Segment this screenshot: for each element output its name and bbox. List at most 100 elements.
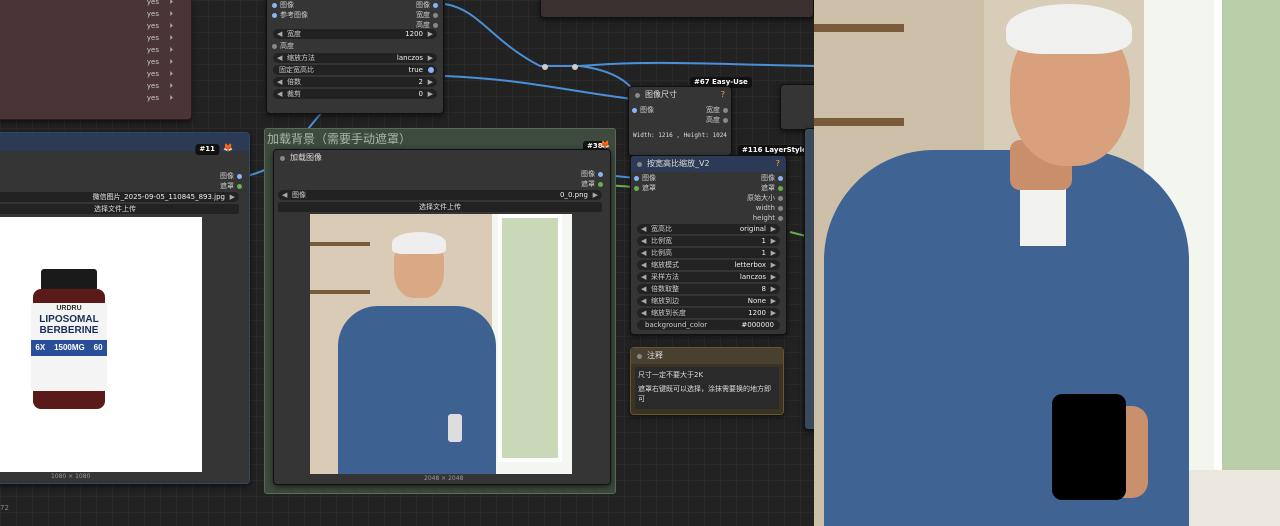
input-image[interactable]: 图像 bbox=[269, 1, 294, 10]
bottle-label: URDRU LIPOSOMAL BERBERINE 6X 1500MG 60 bbox=[31, 303, 107, 391]
brand-text: URDRU bbox=[56, 305, 82, 312]
output-mask[interactable]: 遮罩 bbox=[220, 182, 245, 191]
image-size-label: 1080 × 1080 bbox=[51, 473, 91, 480]
crop-widget[interactable]: ◀ 裁剪 0 ▶ bbox=[273, 89, 437, 99]
note-line-2: 遮罩右键既可以选择，涂抹需要换的地方即可 bbox=[638, 385, 771, 403]
toggle-row[interactable]: yes ⏵ bbox=[0, 9, 181, 19]
upload-button[interactable]: 选择文件上传 bbox=[0, 204, 239, 214]
output-original-size[interactable]: 原始大小 bbox=[747, 194, 786, 203]
toggle-icon: ⏵ bbox=[169, 22, 174, 30]
toggle-row[interactable]: yes ⏵ bbox=[0, 57, 181, 67]
toggle-icon: ⏵ bbox=[169, 10, 174, 18]
right-partial-node[interactable] bbox=[804, 128, 814, 430]
width-widget[interactable]: ◀ 宽度 1200 ▶ bbox=[273, 29, 437, 39]
strength-text: 6X bbox=[35, 343, 46, 352]
resize-node[interactable]: 图像 参考图像 图像 宽度 高度 ◀ 宽度 1200 ▶ 高度 ◀ 缩放方法 lanczo… bbox=[266, 0, 444, 114]
note-line-1: 尺寸一定不要大于2K bbox=[638, 371, 704, 379]
input-mask[interactable]: 遮罩 bbox=[631, 184, 656, 193]
node-title: 按宽高比缩放_V2 bbox=[631, 156, 786, 172]
person-hair bbox=[392, 232, 446, 254]
note-text-area[interactable]: 尺寸一定不要大于2K 遮罩右键既可以选择，涂抹需要换的地方即可 bbox=[635, 367, 779, 409]
toggle-value: yes bbox=[146, 22, 159, 30]
dose-text: 1500MG bbox=[54, 343, 85, 352]
toggle-row[interactable]: yes ⏵ bbox=[0, 0, 181, 7]
sampling-widget[interactable]: ◀ 采样方法 lanczos ▶ bbox=[637, 272, 780, 282]
output-image[interactable]: 图像 bbox=[761, 174, 786, 183]
product-line2: BERBERINE bbox=[39, 325, 99, 336]
output-mask[interactable]: 遮罩 bbox=[761, 184, 786, 193]
bottle-cap bbox=[41, 269, 97, 291]
window-frame bbox=[498, 214, 562, 462]
input-ref-image[interactable]: 参考图像 bbox=[269, 11, 308, 20]
round-multiple-widget[interactable]: ◀ 倍数取整 8 ▶ bbox=[637, 284, 780, 294]
keep-ratio-toggle[interactable]: 固定宽高比 true bbox=[273, 65, 437, 75]
toggle-icon: ⏵ bbox=[169, 46, 174, 54]
load-image-node-left[interactable]: #11 🦊 图像 遮罩 微信图片_2025-09-05_110845_893.j… bbox=[0, 132, 250, 484]
output-image[interactable]: 图像 bbox=[220, 172, 245, 181]
switch-node[interactable]: yes ⏵ yes ⏵ yes ⏵ yes ⏵ yes ⏵ yes ⏵ yes ⏵ yes ⏵ … bbox=[0, 0, 192, 120]
node-canvas[interactable]: yes ⏵ yes ⏵ yes ⏵ yes ⏵ yes ⏵ yes ⏵ yes ⏵ yes ⏵ … bbox=[0, 0, 814, 526]
note-node[interactable]: 注释 尺寸一定不要大于2K 遮罩右键既可以选择，涂抹需要换的地方即可 bbox=[630, 347, 784, 415]
toggle-value: yes bbox=[146, 58, 159, 66]
toggle-icon: ⏵ bbox=[169, 58, 174, 66]
group-title[interactable]: 加载背景（需要手动遮罩） bbox=[267, 130, 411, 147]
toggle-row[interactable]: yes ⏵ bbox=[0, 93, 181, 103]
toggle-row[interactable]: yes ⏵ bbox=[0, 81, 181, 91]
toggle-icon: ⏵ bbox=[169, 94, 174, 102]
product-strip: 6X 1500MG 60 bbox=[31, 340, 107, 356]
scale-to-side-widget[interactable]: ◀ 缩放到边 None ▶ bbox=[637, 296, 780, 306]
node-title: 图像尺寸 bbox=[629, 87, 731, 103]
toggle-row[interactable]: yes ⏵ bbox=[0, 45, 181, 55]
background-group[interactable]: 加载背景（需要手动遮罩） #38 🦊 加载图像 图像 遮罩 ◀ 图像 0_0.png… bbox=[264, 128, 616, 494]
ratio-height-widget[interactable]: ◀ 比例高 1 ▶ bbox=[637, 248, 780, 258]
toggle-value: yes bbox=[146, 94, 159, 102]
toggle-icon: ⏵ bbox=[169, 34, 174, 42]
input-image[interactable]: 图像 bbox=[629, 106, 654, 115]
arrow-right-icon[interactable]: ▶ bbox=[230, 192, 235, 202]
count-text: 60 bbox=[93, 343, 103, 352]
product-line1: LIPOSOMAL bbox=[39, 314, 99, 325]
output-height[interactable]: 高度 bbox=[706, 116, 731, 125]
node-title: 加载图像 bbox=[274, 150, 610, 166]
bottle-in-hand bbox=[448, 414, 462, 442]
toggle-row[interactable]: yes ⏵ bbox=[0, 21, 181, 31]
window-frame bbox=[1214, 0, 1280, 478]
scale-length-widget[interactable]: ◀ 缩放到长度 1200 ▶ bbox=[637, 308, 780, 318]
aspect-ratio-widget[interactable]: ◀ 宽高比 original ▶ bbox=[637, 224, 780, 234]
height-input[interactable]: 高度 bbox=[269, 42, 294, 51]
scale-mode-widget[interactable]: ◀ 缩放模式 letterbox ▶ bbox=[637, 260, 780, 270]
toggle-value: yes bbox=[146, 46, 159, 54]
output-image[interactable]: 图像 bbox=[416, 1, 441, 10]
toggle-value: yes bbox=[146, 10, 159, 18]
output-mask[interactable]: 遮罩 bbox=[581, 180, 606, 189]
toggle-icon: ⏵ bbox=[169, 82, 174, 90]
toggle-icon: ⏵ bbox=[169, 0, 174, 6]
person-shirt bbox=[338, 306, 496, 474]
collapse-icon[interactable]: 🦊 bbox=[223, 143, 233, 152]
filename-combo[interactable]: 微信图片_2025-09-05_110845_893.jpg ▶ bbox=[0, 192, 239, 202]
output-height[interactable]: height bbox=[753, 214, 786, 223]
toggle-value: yes bbox=[146, 0, 159, 6]
corner-text: 72 bbox=[0, 504, 9, 512]
background-color-widget[interactable]: background_color #000000 bbox=[637, 320, 780, 330]
upload-button[interactable]: 选择文件上传 bbox=[278, 202, 602, 212]
toggle-row[interactable]: yes ⏵ bbox=[0, 69, 181, 79]
output-width[interactable]: width bbox=[756, 204, 786, 213]
method-widget[interactable]: ◀ 缩放方法 lanczos ▶ bbox=[273, 53, 437, 63]
input-image[interactable]: 图像 bbox=[631, 174, 656, 183]
image-size-node[interactable]: 图像尺寸 ? 图像 宽度 高度 Width: 1216 , Height: 10… bbox=[628, 86, 732, 156]
toggle-row[interactable]: yes ⏵ bbox=[0, 33, 181, 43]
output-width[interactable]: 宽度 bbox=[706, 106, 731, 115]
multiple-widget[interactable]: ◀ 倍数 2 ▶ bbox=[273, 77, 437, 87]
ratio-width-widget[interactable]: ◀ 比例宽 1 ▶ bbox=[637, 236, 780, 246]
shelf bbox=[814, 24, 904, 32]
right-partial-node[interactable] bbox=[780, 84, 814, 130]
image-combo[interactable]: ◀ 图像 0_0.png ▶ bbox=[278, 190, 602, 200]
load-background-node[interactable]: 加载图像 图像 遮罩 ◀ 图像 0_0.png ▶ 选择文件上传 2048 × 204… bbox=[273, 149, 611, 485]
output-image[interactable]: 图像 bbox=[581, 170, 606, 179]
scale-by-ratio-node[interactable]: 按宽高比缩放_V2 ? 图像 遮罩 图像 遮罩 原始大小 width heigh… bbox=[630, 155, 787, 335]
help-icon[interactable]: ? bbox=[721, 90, 725, 99]
top-partial-node[interactable] bbox=[540, 0, 814, 18]
help-icon[interactable]: ? bbox=[776, 159, 780, 168]
output-width[interactable]: 宽度 bbox=[416, 11, 441, 20]
